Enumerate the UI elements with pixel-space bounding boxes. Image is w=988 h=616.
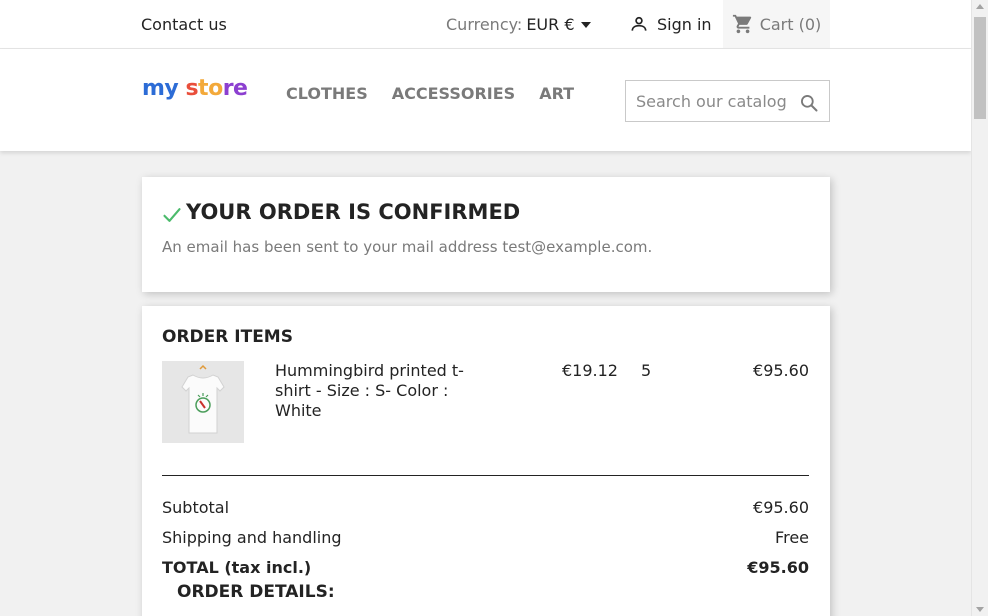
subtotal-label: Subtotal (162, 498, 230, 517)
top-bar: Contact us Currency: EUR € Sign in Cart … (0, 0, 971, 49)
menu-item-art[interactable]: Art (539, 84, 574, 103)
order-confirmation-card: YOUR ORDER IS CONFIRMED An email has bee… (142, 177, 830, 292)
menu-item-clothes[interactable]: Clothes (286, 84, 368, 103)
currency-value: EUR € (526, 15, 575, 34)
cart-button[interactable]: Cart (0) (723, 0, 830, 48)
sign-in-label: Sign in (657, 14, 712, 34)
user-icon (631, 16, 647, 31)
order-items-card: ORDER ITEMS Hummingbird printed t-shirt … (142, 306, 830, 616)
contact-us-link[interactable]: Contact us (141, 15, 227, 34)
order-details-title: ORDER DETAILS: (177, 582, 335, 602)
total-value: €95.60 (747, 558, 809, 577)
currency-label: Currency: (446, 15, 523, 34)
store-logo[interactable]: my store (142, 76, 248, 101)
menu-item-accessories[interactable]: Accessories (392, 84, 515, 103)
main-menu: Clothes Accessories Art (286, 84, 574, 103)
order-items-title: ORDER ITEMS (162, 327, 293, 347)
total-label: TOTAL (tax incl.) (162, 558, 312, 577)
sign-in-link[interactable]: Sign in (629, 14, 712, 34)
confirmation-heading: YOUR ORDER IS CONFIRMED (162, 199, 520, 225)
scrollbar-thumb[interactable] (974, 17, 986, 119)
vertical-scrollbar[interactable] (971, 0, 988, 616)
product-unit-price: €19.12 (562, 361, 618, 380)
confirmation-message: An email has been sent to your mail addr… (162, 238, 653, 256)
caret-down-icon (580, 21, 591, 28)
scroll-down-arrow-icon[interactable] (976, 607, 984, 612)
product-image[interactable] (162, 361, 244, 443)
total-row: TOTAL (tax incl.) €95.60 (162, 558, 809, 577)
shipping-value: Free (775, 528, 809, 547)
scroll-up-arrow-icon[interactable] (976, 4, 984, 9)
subtotal-row: Subtotal €95.60 (162, 498, 809, 517)
currency-selector[interactable]: Currency: EUR € (446, 15, 591, 34)
shipping-row: Shipping and handling Free (162, 528, 809, 547)
product-line-total: €95.60 (753, 361, 809, 380)
search-input[interactable] (636, 91, 796, 111)
cart-label: Cart (0) (759, 14, 822, 34)
subtotal-value: €95.60 (753, 498, 809, 517)
search-box (625, 80, 830, 122)
page: Contact us Currency: EUR € Sign in Cart … (0, 0, 971, 616)
divider (162, 475, 809, 476)
check-icon (163, 208, 181, 222)
site-header: my store Clothes Accessories Art (0, 49, 971, 151)
shipping-label: Shipping and handling (162, 528, 342, 547)
tshirt-image (162, 361, 244, 443)
confirmation-title: YOUR ORDER IS CONFIRMED (186, 200, 521, 224)
product-name-link[interactable]: Hummingbird printed t-shirt - Size : S- … (275, 361, 475, 421)
shopping-cart-icon (732, 14, 751, 34)
search-icon[interactable] (799, 93, 819, 113)
product-quantity: 5 (641, 361, 652, 380)
